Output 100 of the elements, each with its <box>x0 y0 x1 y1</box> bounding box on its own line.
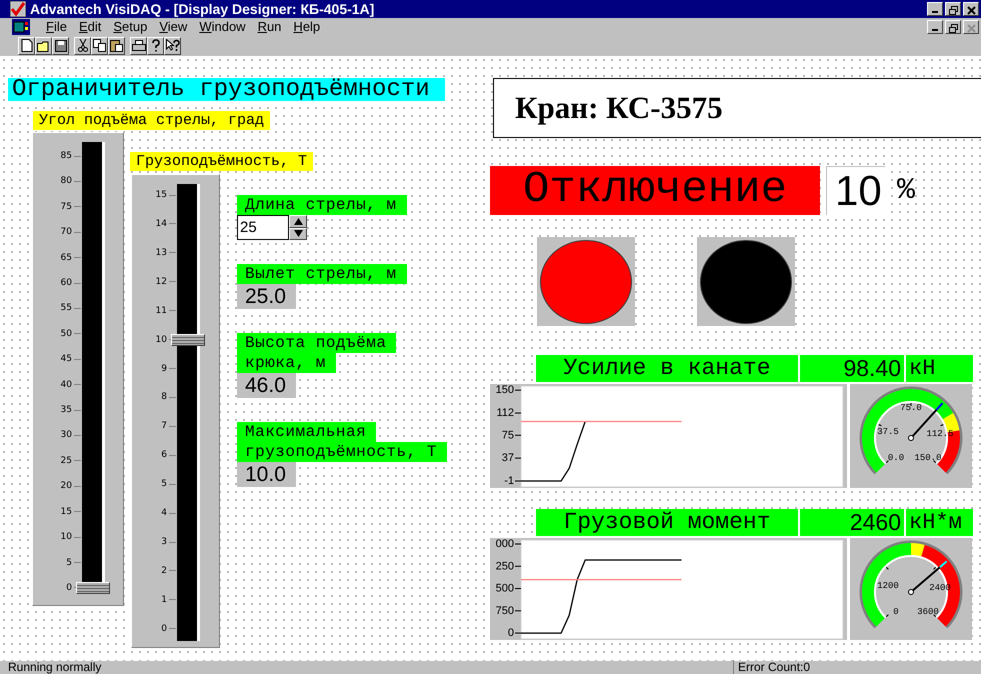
pointer-question-icon <box>166 39 180 52</box>
status-message: Running normally <box>0 660 734 674</box>
field-label: Максимальная <box>237 422 376 442</box>
scale-label: 25 <box>60 454 72 467</box>
copy-icon <box>93 39 106 52</box>
context-help-button[interactable] <box>164 36 181 54</box>
menu-item[interactable]: File <box>46 19 67 34</box>
scale-label: 55 <box>60 302 72 314</box>
tick-mark <box>514 412 522 414</box>
tick-mark <box>514 610 522 612</box>
scale-label: 0 <box>66 582 72 594</box>
gauge-label: 3600 <box>917 607 939 617</box>
scale-label: 9 <box>161 362 167 375</box>
scissors-icon <box>78 39 88 52</box>
print-button[interactable] <box>130 36 147 54</box>
copy-button[interactable] <box>91 36 108 54</box>
gauge-label: 75.0 <box>900 403 922 413</box>
axis-label: 500 <box>496 582 514 595</box>
tick-mark <box>514 632 522 634</box>
scale-label: 15 <box>60 506 72 518</box>
axis-label: 0 <box>508 627 514 640</box>
axis-label: 75 <box>502 429 514 442</box>
folder-icon <box>36 40 50 52</box>
slider-thumb[interactable] <box>171 334 205 346</box>
restore-button[interactable] <box>945 20 961 34</box>
alarm-indicator: Отключение <box>490 166 820 215</box>
minimize-icon <box>932 11 938 13</box>
value-display: 25.0 <box>237 284 296 309</box>
save-button[interactable] <box>52 36 69 54</box>
restore-button[interactable] <box>945 2 961 16</box>
menu-item[interactable]: Edit <box>78 19 102 34</box>
paste-button[interactable] <box>108 36 125 54</box>
scale-label: 40 <box>60 378 72 391</box>
scale-label: 4 <box>161 507 167 520</box>
gauge-label: 150.0 <box>914 453 942 463</box>
minimize-button[interactable] <box>927 2 943 16</box>
tick-mark <box>514 458 522 459</box>
gauge-label: 0.0 <box>888 453 904 463</box>
menu-item[interactable]: Run <box>258 19 282 34</box>
gauge-label: 0 <box>893 607 899 617</box>
minimize-button[interactable] <box>927 20 943 34</box>
spin-up-button[interactable] <box>289 215 307 228</box>
scale-label: 80 <box>60 175 72 188</box>
scale-label: 6 <box>161 449 167 462</box>
meter-value: 98.40 <box>800 355 904 382</box>
spin-field[interactable]: 25 <box>237 215 289 240</box>
scale-label: 11 <box>156 304 167 317</box>
question-mark-icon <box>150 39 160 52</box>
scale-label: 60 <box>60 277 72 290</box>
up-triangle-icon <box>294 218 302 225</box>
tick-mark <box>514 434 522 436</box>
window-title: Advantech VisiDAQ - [Display Designer: КБ-405-1А] <box>30 1 374 17</box>
menu-item[interactable]: Window <box>199 19 246 34</box>
scale-label: 10 <box>156 334 167 346</box>
scale-label: 15 <box>156 189 167 201</box>
slider-thumb[interactable] <box>76 582 110 594</box>
slider-label: Грузоподъёмность, Т <box>130 152 314 171</box>
crane-title: Кран: КС-3575 <box>493 78 981 138</box>
cut-button[interactable] <box>74 36 91 54</box>
meter-value: 2460 <box>800 509 904 536</box>
blank-page-icon <box>20 39 32 52</box>
axis-label: -1 <box>504 475 514 487</box>
meter-unit: кН <box>906 355 973 382</box>
scale-label: 5 <box>66 556 72 568</box>
field-label: грузоподъёмность, Т <box>237 442 447 462</box>
scale-label: 20 <box>60 480 72 492</box>
scale-label: 1 <box>161 594 167 606</box>
axis-label: 250 <box>496 560 514 572</box>
tick-mark <box>514 480 522 482</box>
menu-item[interactable]: View <box>159 19 188 34</box>
scale-label: 7 <box>161 420 167 432</box>
gauge-label: 37.5 <box>877 427 899 437</box>
error-count: Error Count:0 <box>737 660 810 674</box>
scale-label: 35 <box>60 404 72 416</box>
panel-title: Ограничитель грузоподъёмности <box>8 78 445 101</box>
scale-label: 5 <box>161 478 167 490</box>
scale-label: 8 <box>161 391 167 404</box>
spin-down-button[interactable] <box>289 228 307 240</box>
percent-unit: % <box>897 174 916 208</box>
open-button[interactable] <box>35 36 52 54</box>
close-icon <box>966 6 976 15</box>
tick-mark <box>514 588 522 590</box>
field-label: Длина стрелы, м <box>237 195 407 215</box>
clipboard-icon <box>110 39 123 52</box>
help-button[interactable] <box>147 36 164 54</box>
axis-label: 112 <box>496 407 514 420</box>
axis-label: 000 <box>496 538 514 550</box>
close-button[interactable] <box>963 2 979 16</box>
minimize-icon <box>932 28 938 30</box>
new-file-button[interactable] <box>18 36 35 54</box>
close-button[interactable] <box>963 20 979 34</box>
menu-item[interactable]: Setup <box>113 19 148 34</box>
scale-label: 12 <box>156 276 167 288</box>
field-label: Высота подъёма <box>237 333 396 353</box>
value-display: 10.0 <box>237 462 296 487</box>
menu-item[interactable]: Help <box>293 19 320 34</box>
value-display: 46.0 <box>237 373 296 398</box>
scale-label: 50 <box>60 328 72 340</box>
meter-title: Грузовой момент <box>536 509 798 536</box>
scale-label: 0 <box>161 622 167 635</box>
